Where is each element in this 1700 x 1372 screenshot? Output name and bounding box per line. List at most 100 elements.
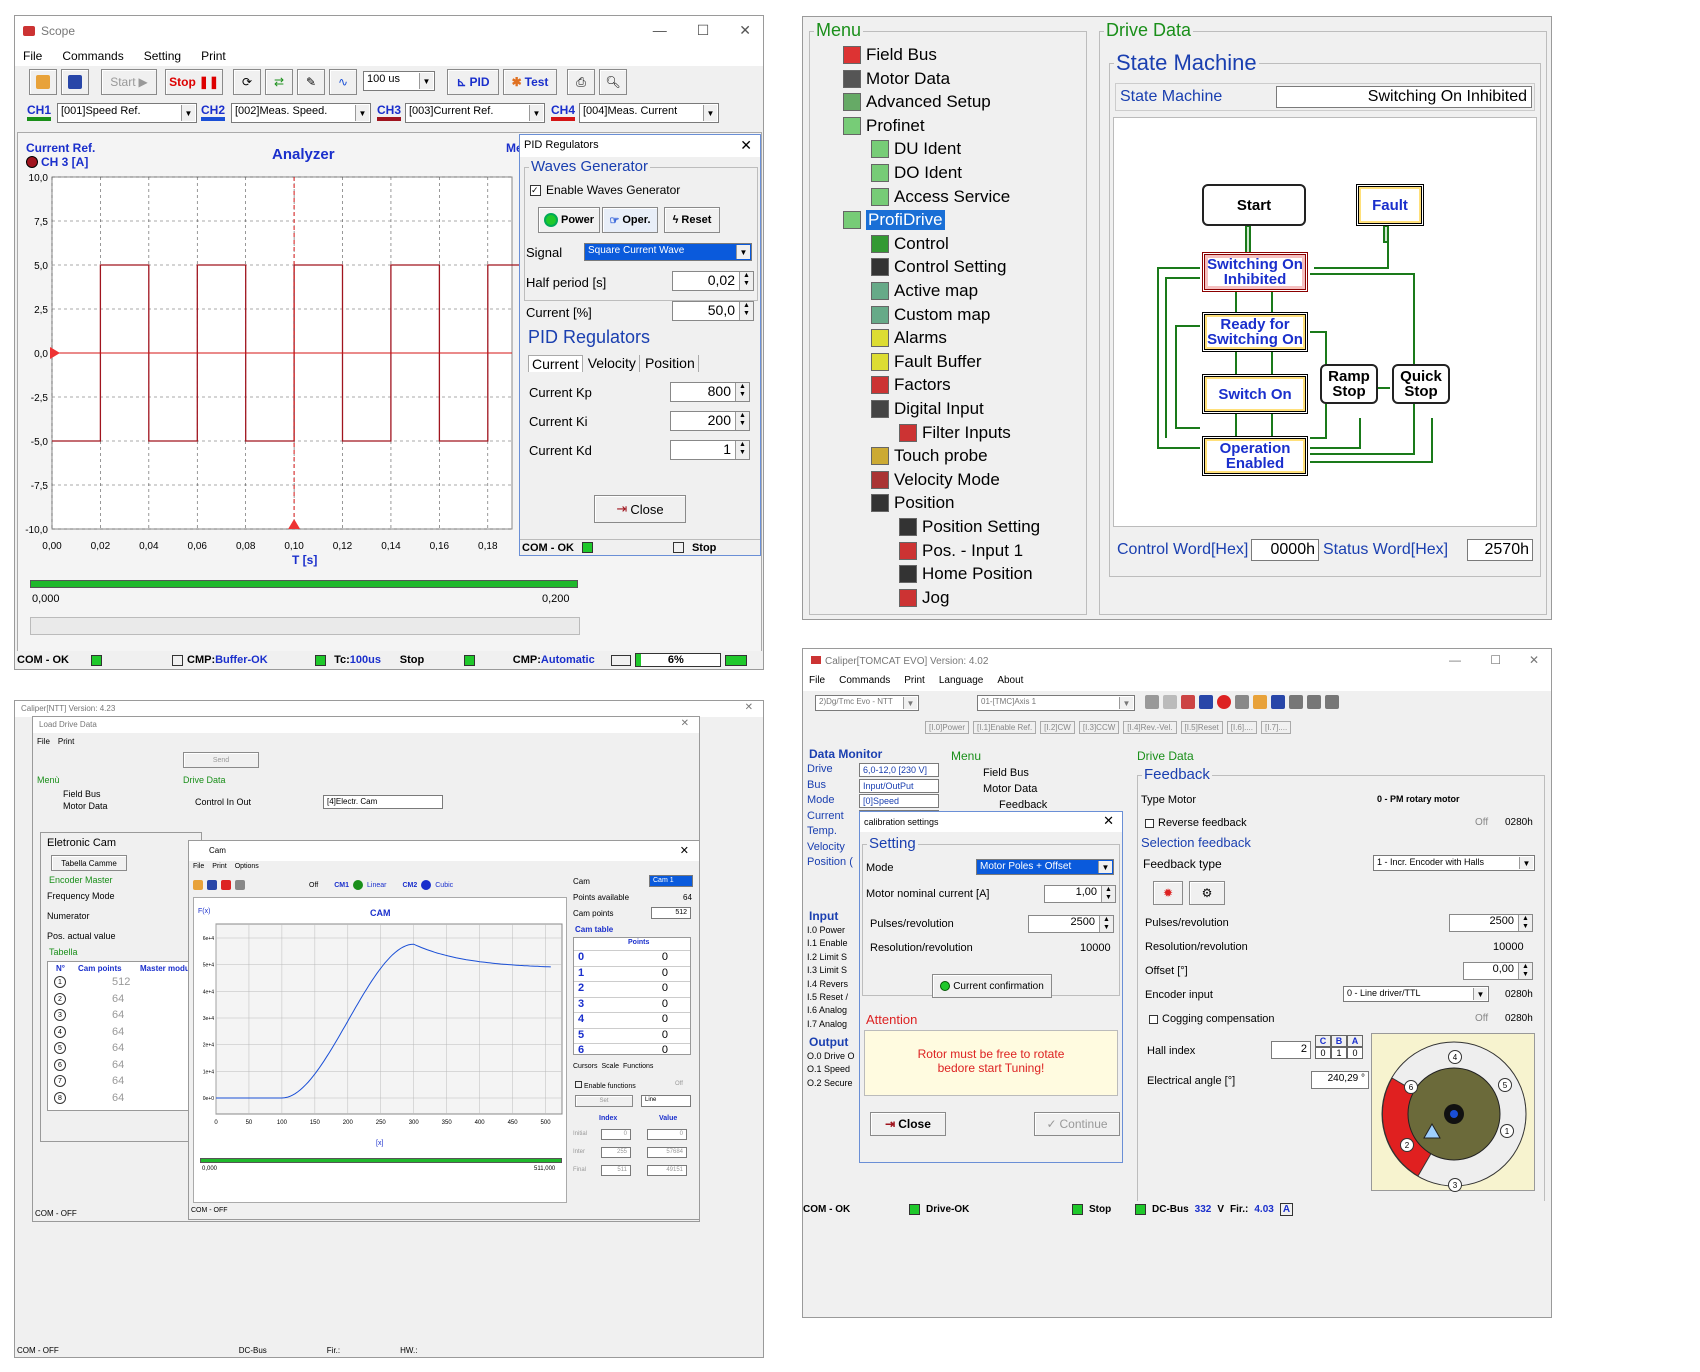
inter-value[interactable]: 57684 (647, 1147, 687, 1158)
reset-button[interactable]: ϟ Reset (664, 207, 720, 233)
current-input[interactable]: 50,0 ▲ ▼ (672, 301, 754, 321)
floppy-icon[interactable] (207, 880, 217, 890)
mnc-input[interactable]: 1,00 ▲ ▼ (1044, 885, 1116, 903)
interval-select[interactable]: 100 us ▼ (363, 71, 435, 91)
spinner-icon[interactable]: ▲ ▼ (1518, 915, 1532, 931)
tree-item[interactable]: Position Setting (899, 517, 1040, 537)
tabella-camme-button[interactable]: Tabella Camme (51, 855, 127, 871)
spinner-icon[interactable]: ▲ ▼ (739, 272, 753, 290)
close-icon[interactable]: ✕ (739, 22, 751, 39)
menu-language[interactable]: Language (939, 675, 984, 691)
oper-button[interactable]: ☞ Oper. (602, 207, 658, 233)
menu-options[interactable]: Options (235, 863, 259, 870)
spinner-icon[interactable]: ▲ ▼ (1099, 916, 1113, 932)
tree-item[interactable]: Velocity Mode (871, 470, 1000, 490)
tool-button-2[interactable]: ⇄ (265, 69, 293, 95)
inter-index[interactable]: 255 (601, 1147, 631, 1158)
tree-item[interactable]: Filter Inputs (899, 423, 1011, 443)
ch4-select[interactable]: [004]Meas. Current ▼ (579, 103, 719, 123)
io-chip[interactable]: [I.7].... (1260, 721, 1292, 734)
feedback-type-select[interactable]: 1 - Incr. Encoder with Halls ▼ (1373, 855, 1535, 871)
kp-input[interactable]: 800 ▲ ▼ (670, 382, 750, 402)
spinner-icon[interactable]: ▲ ▼ (735, 441, 749, 459)
tree-item[interactable]: Fault Buffer (871, 352, 982, 372)
tree-item[interactable]: Control Setting (871, 257, 1006, 277)
tree-motor-data[interactable]: Motor Data (967, 781, 1047, 797)
close-icon[interactable]: ✕ (745, 702, 753, 713)
maximize-icon[interactable]: ☐ (1490, 653, 1501, 667)
power-button[interactable]: Power (538, 207, 600, 233)
cam-select[interactable]: Cam 1 (649, 875, 693, 887)
tree-item[interactable]: Active map (871, 281, 978, 301)
calib-ppr-input[interactable]: 2500 ▲ ▼ (1028, 915, 1114, 933)
menu-print[interactable]: Print (904, 675, 925, 691)
tree-item[interactable]: Control (871, 234, 949, 254)
maximize-icon[interactable]: ☐ (697, 22, 710, 39)
menu-commands[interactable]: Commands (839, 675, 890, 691)
folder-icon[interactable] (1253, 695, 1267, 709)
tab-position[interactable]: Position (642, 355, 699, 372)
spinner-icon[interactable]: ▲ ▼ (735, 412, 749, 430)
enable-functions[interactable]: Enable functions (575, 1081, 636, 1090)
kd-input[interactable]: 1 ▲ ▼ (670, 440, 750, 460)
tab-current[interactable]: Current (528, 355, 583, 372)
pid-button[interactable]: ⊾ PID (447, 69, 499, 95)
printer-icon[interactable] (1145, 695, 1159, 709)
tool-button-4[interactable]: ∿ (329, 69, 357, 95)
cam-range-bar[interactable] (200, 1158, 562, 1163)
printer-icon[interactable] (235, 880, 245, 890)
table-row[interactable]: 40 (574, 1012, 690, 1027)
h-scrollbar[interactable] (30, 617, 580, 635)
close-button[interactable]: ⇥ Close (594, 495, 686, 523)
final-index[interactable]: 511 (601, 1165, 631, 1176)
menu-print[interactable]: Print (201, 49, 226, 63)
tree-item[interactable]: Pos. - Input 1 (899, 541, 1023, 561)
tree-item[interactable]: Alarms (871, 328, 947, 348)
tree-item[interactable]: Field Bus (843, 45, 937, 65)
menu-print[interactable]: Print (58, 737, 74, 746)
io-chip[interactable]: [I.4]Rev.-Vel. (1123, 721, 1177, 734)
line-select[interactable]: Line (641, 1095, 691, 1107)
ppr-input[interactable]: 2500 ▲ ▼ (1449, 914, 1533, 932)
send-button[interactable]: Send (183, 752, 259, 768)
ntt-tree-motor-data[interactable]: Motor Data (63, 801, 108, 811)
floppy-icon[interactable] (1271, 695, 1285, 709)
power-off-icon[interactable] (1217, 695, 1231, 709)
spinner-icon[interactable]: ▲ ▼ (1101, 886, 1115, 902)
menu-file[interactable]: File (23, 49, 42, 63)
tool-button-3[interactable]: ✎ (297, 69, 325, 95)
tree-item[interactable]: ProfiDrive (843, 210, 945, 231)
spinner-icon[interactable]: ▲ ▼ (1518, 963, 1532, 979)
menu-print[interactable]: Print (212, 863, 226, 870)
calib-close-button[interactable]: ⇥ Close (870, 1112, 946, 1136)
state-ramp-stop[interactable]: Ramp Stop (1320, 364, 1378, 404)
offset-input[interactable]: 0,00 ▲ ▼ (1463, 962, 1533, 980)
stop-button[interactable]: Stop ❚❚ (165, 69, 223, 95)
final-value[interactable]: 49151 (647, 1165, 687, 1176)
tree-item[interactable]: Profinet (843, 116, 925, 136)
io-chip[interactable]: [I.6].... (1226, 721, 1257, 734)
tree-item[interactable]: Jog (899, 588, 949, 608)
menu-file[interactable]: File (193, 863, 204, 870)
table-row[interactable]: 50 (574, 1027, 690, 1043)
state-switch-on[interactable]: Switch On (1202, 374, 1308, 414)
tree-item[interactable]: Access Service (871, 187, 1010, 207)
tab-velocity[interactable]: Velocity (585, 355, 640, 372)
tab-functions[interactable]: Functions (623, 1063, 653, 1070)
close-icon[interactable]: ✕ (1103, 813, 1114, 829)
cm1-icon[interactable] (353, 880, 363, 890)
motor-config-button[interactable]: ⚙ (1189, 881, 1225, 905)
tree-item[interactable]: DO Ident (871, 163, 962, 183)
io-chip[interactable]: [I.2]CW (1040, 721, 1075, 734)
ntt-control-select[interactable]: [4]Electr. Cam (323, 795, 443, 809)
tab-scale[interactable]: Scale (602, 1063, 620, 1070)
ki-input[interactable]: 200 ▲ ▼ (670, 411, 750, 431)
table-row[interactable]: 60 (574, 1043, 690, 1058)
tree-field-bus[interactable]: Field Bus (967, 765, 1047, 781)
tree-item[interactable]: Position (871, 493, 954, 513)
state-operation-enabled[interactable]: Operation Enabled (1202, 436, 1308, 476)
download-icon[interactable] (1199, 695, 1213, 709)
tab-cursors[interactable]: Cursors (573, 1063, 598, 1070)
open-button[interactable] (29, 69, 57, 95)
minimize-icon[interactable]: — (1449, 653, 1461, 667)
